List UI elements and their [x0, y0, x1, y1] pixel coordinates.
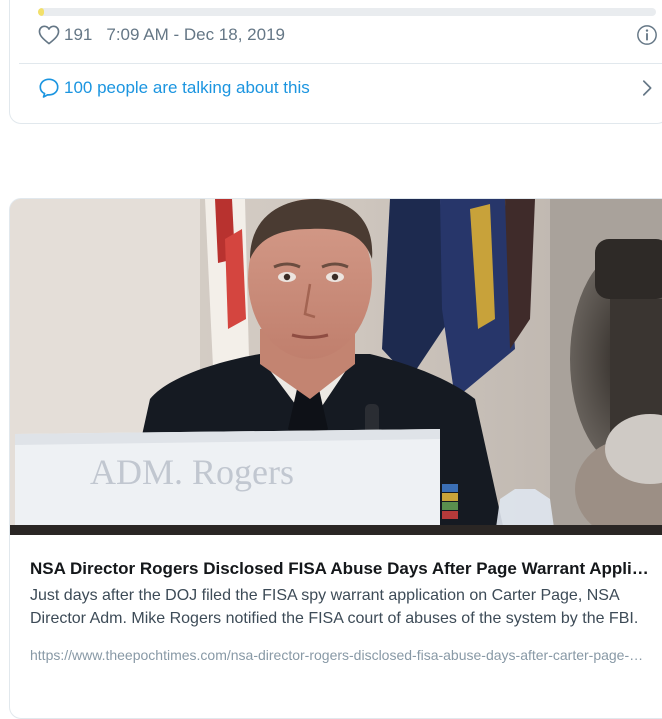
talking-about-text[interactable]: 100 people are talking about this [64, 78, 310, 98]
link-preview-card[interactable]: ADM. Rogers NSA Director Rogers Disclose… [9, 198, 662, 719]
placard-sign-text: ADM. Rogers [90, 452, 294, 492]
tweet-card: 191 7:09 AM - Dec 18, 2019 100 people ar… [9, 0, 662, 124]
tweet-meta-row: 191 7:09 AM - Dec 18, 2019 [38, 24, 658, 46]
speech-bubble-icon [39, 78, 59, 98]
divider [19, 63, 662, 64]
media-progress-bar [38, 8, 656, 16]
heart-icon[interactable] [38, 25, 60, 45]
like-count[interactable]: 191 [64, 25, 92, 45]
article-url[interactable]: https://www.theepochtimes.com/nsa-direct… [30, 645, 650, 665]
info-icon[interactable] [636, 24, 658, 46]
media-progress-fill [38, 8, 45, 16]
chevron-right-icon[interactable] [636, 77, 658, 99]
card-body: NSA Director Rogers Disclosed FISA Abuse… [30, 557, 650, 665]
article-image[interactable]: ADM. Rogers [10, 199, 662, 535]
talking-about-link[interactable]: 100 people are talking about this [38, 76, 658, 100]
tweet-timestamp[interactable]: 7:09 AM - Dec 18, 2019 [106, 25, 285, 45]
article-title[interactable]: NSA Director Rogers Disclosed FISA Abuse… [30, 557, 650, 581]
article-description: Just days after the DOJ filed the FISA s… [30, 587, 639, 627]
